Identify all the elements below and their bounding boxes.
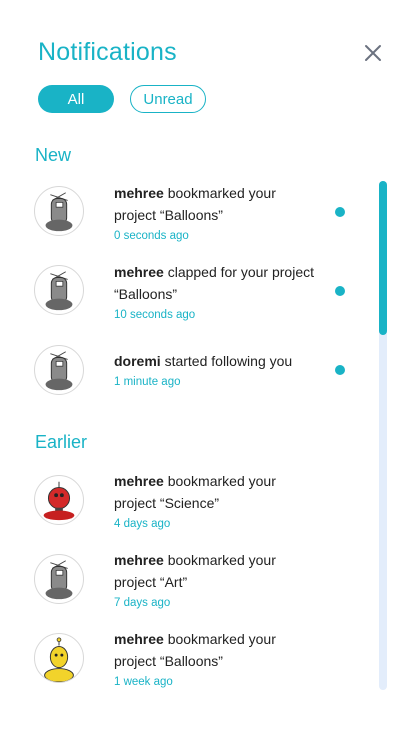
notification-user[interactable]: mehree [114,473,164,489]
notification-user[interactable]: mehree [114,264,164,280]
notification-time: 7 days ago [114,597,171,609]
section-heading-earlier: Earlier [35,432,88,452]
section-heading-new: New [35,145,72,165]
notification-user[interactable]: mehree [114,631,164,647]
gray-robot-avatar [34,554,84,604]
unread-indicator [335,286,345,296]
gray-robot-avatar [34,265,84,315]
red-robot-avatar [34,475,84,525]
notification-message: started following you [160,353,293,369]
notification-user[interactable]: mehree [114,552,164,568]
scrollbar-thumb[interactable] [379,181,387,335]
page-title: Notifications [38,38,177,66]
notification-user[interactable]: doremi [114,353,161,369]
filter-all-button[interactable]: All [38,85,114,113]
unread-indicator [335,207,345,217]
notification-time: 10 seconds ago [114,309,196,321]
notification-time: 0 seconds ago [114,230,189,242]
notification-time: 1 week ago [114,676,173,688]
notification-time: 4 days ago [114,518,171,530]
yellow-robot-avatar [34,633,84,683]
notification-user[interactable]: mehree [114,185,164,201]
close-icon[interactable] [360,40,386,66]
gray-robot-avatar [34,345,84,395]
notification-time: 1 minute ago [114,376,181,388]
unread-indicator [335,365,345,375]
filter-unread-button[interactable]: Unread [130,85,206,113]
gray-robot-avatar [34,186,84,236]
